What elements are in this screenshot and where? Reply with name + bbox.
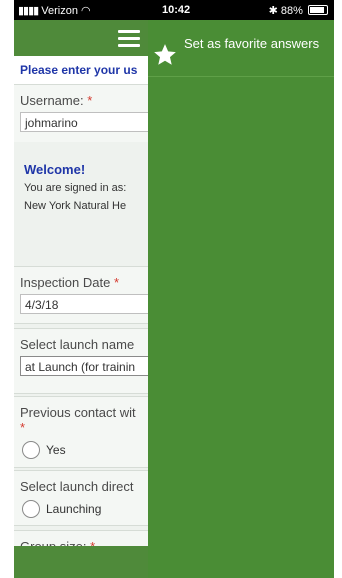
set-favorite-label: Set as favorite answers (184, 36, 320, 51)
welcome-title: Welcome! (24, 162, 86, 177)
clock: 10:42 (162, 4, 191, 16)
radio-circle (22, 500, 40, 518)
launch-name-card: Select launch name at Launch (for traini… (14, 328, 148, 394)
launch-name-label: Select launch name (20, 337, 135, 352)
app-screen: ▮▮▮▮ Verizon ◠ 10:42 ✱ 88% Please enter … (14, 0, 334, 578)
radio-circle (22, 441, 40, 459)
carrier-name: Verizon (41, 5, 78, 17)
welcome-card: Welcome! You are signed in as: New York … (14, 142, 148, 256)
username-input[interactable]: johmarino (20, 112, 148, 132)
username-label: Username: * (20, 93, 93, 108)
welcome-line-1: You are signed in as: (24, 182, 127, 194)
survey-form: Please enter your us Username: * johmari… (14, 56, 154, 562)
set-favorite-item[interactable]: Set as favorite answers (148, 30, 334, 77)
username-card: Username: * johmarino (14, 84, 148, 144)
previous-contact-label: Previous contact wit (20, 405, 136, 420)
inspection-date-label: Inspection Date * (20, 275, 120, 290)
carrier-info: ▮▮▮▮ Verizon ◠ (18, 4, 91, 17)
signal-icon: ▮▮▮▮ (18, 5, 39, 17)
inspection-date-card: Inspection Date * 4/3/18 (14, 266, 148, 324)
star-icon (154, 44, 176, 65)
launch-name-select[interactable]: at Launch (for trainin (20, 356, 148, 376)
status-bar: ▮▮▮▮ Verizon ◠ 10:42 ✱ 88% (14, 0, 334, 20)
bluetooth-icon: ✱ (268, 5, 278, 17)
previous-contact-yes-radio[interactable]: Yes (22, 441, 148, 459)
battery-info: ✱ 88% (269, 4, 328, 17)
side-drawer: Set as favorite answers (148, 20, 334, 578)
wifi-icon: ◠ (81, 5, 91, 17)
launch-direction-card: Select launch direct Launching (14, 470, 148, 526)
previous-contact-required: * (20, 420, 26, 435)
welcome-line-2: New York Natural He (24, 200, 127, 212)
hamburger-icon[interactable] (118, 30, 140, 48)
inspection-date-input[interactable]: 4/3/18 (20, 294, 148, 314)
launch-direction-label: Select launch direct (20, 479, 134, 494)
launching-radio[interactable]: Launching (22, 500, 148, 518)
battery-icon (308, 5, 328, 15)
previous-contact-card: Previous contact wit * Yes (14, 396, 148, 468)
battery-percent: 88% (280, 5, 303, 17)
form-instruction: Please enter your us (14, 56, 154, 84)
